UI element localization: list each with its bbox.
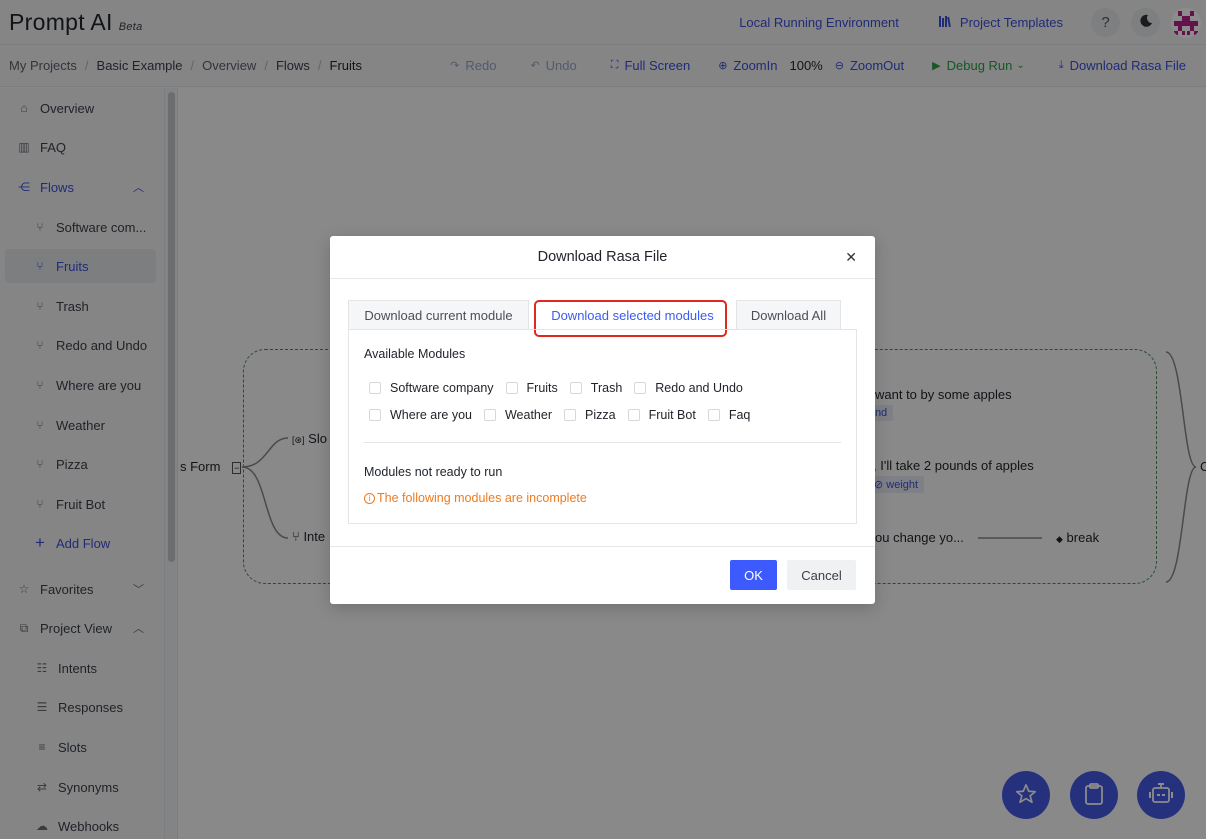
module-checkbox-trash[interactable]: Trash: [569, 381, 623, 395]
module-checkbox-weather[interactable]: Weather: [483, 408, 552, 422]
close-icon[interactable]: ✕: [845, 249, 857, 266]
module-label: Trash: [590, 381, 623, 395]
module-checkbox-fruit-bot[interactable]: Fruit Bot: [627, 408, 696, 422]
dialog-header: Download Rasa File ✕: [330, 236, 875, 279]
dialog-title: Download Rasa File: [537, 249, 668, 265]
checkbox[interactable]: [569, 382, 582, 394]
not-ready-label: Modules not ready to run: [364, 465, 503, 479]
module-label: Pizza: [585, 408, 616, 422]
module-checkbox-fruits[interactable]: Fruits: [505, 381, 558, 395]
module-checkbox-software-company[interactable]: Software company: [369, 381, 494, 395]
module-checkbox-faq[interactable]: Faq: [707, 408, 751, 422]
module-label: Fruits: [526, 381, 558, 395]
module-label: Redo and Undo: [655, 381, 743, 395]
download-rasa-dialog: Download Rasa File ✕ Download current mo…: [330, 236, 875, 604]
module-label: Weather: [504, 408, 552, 422]
ok-button[interactable]: OK: [730, 560, 777, 590]
available-modules-label: Available Modules: [364, 347, 466, 361]
panel-divider: [364, 442, 841, 443]
tab-download-current[interactable]: Download current module: [348, 300, 529, 330]
module-checkbox-pizza[interactable]: Pizza: [564, 408, 616, 422]
cancel-button[interactable]: Cancel: [787, 560, 856, 590]
checkbox[interactable]: [634, 382, 647, 394]
tab-panel: Available Modules Software company Fruit…: [348, 329, 857, 524]
module-checkbox-where-are-you[interactable]: Where are you: [369, 408, 472, 422]
module-label: Faq: [728, 408, 751, 422]
module-row: Software company Fruits Trash Redo and U…: [369, 381, 755, 395]
footer-divider: [330, 546, 875, 547]
info-icon: i: [364, 492, 375, 504]
incomplete-warning: i The following modules are incomplete: [364, 491, 587, 505]
checkbox[interactable]: [369, 409, 381, 421]
module-label: Where are you: [390, 408, 472, 422]
module-label: Fruit Bot: [648, 408, 696, 422]
module-row: Where are you Weather Pizza Fruit Bot Fa…: [369, 408, 762, 422]
warning-text: The following modules are incomplete: [377, 491, 587, 505]
checkbox[interactable]: [707, 409, 720, 421]
checkbox[interactable]: [505, 382, 518, 394]
module-label: Software company: [390, 381, 494, 395]
checkbox[interactable]: [483, 409, 496, 421]
checkbox[interactable]: [627, 409, 640, 421]
tab-download-all[interactable]: Download All: [736, 300, 841, 330]
checkbox[interactable]: [564, 409, 576, 421]
checkbox[interactable]: [369, 382, 381, 394]
module-checkbox-redo-and-undo[interactable]: Redo and Undo: [634, 381, 743, 395]
